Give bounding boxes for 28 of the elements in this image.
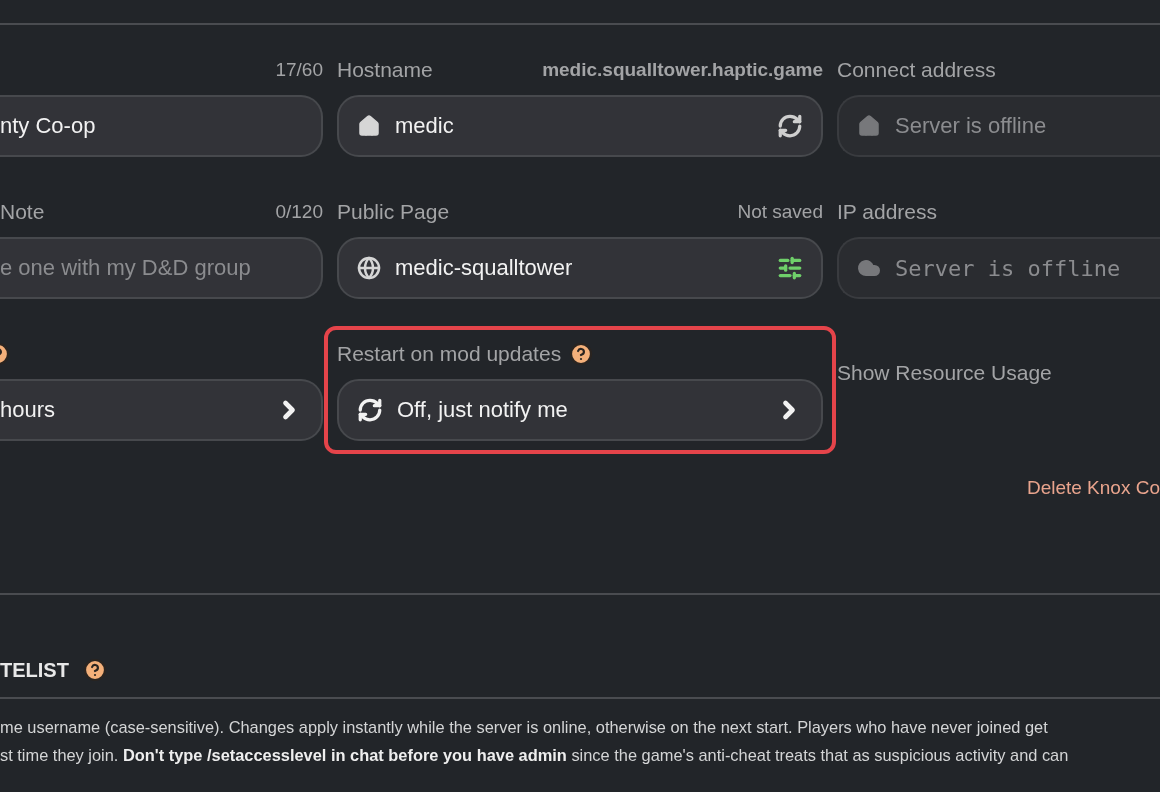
- help-icon[interactable]: [82, 658, 107, 682]
- house-icon: [857, 114, 881, 138]
- field-label: Restart on mod updates: [337, 342, 562, 366]
- select-button[interactable]: hours: [0, 379, 323, 441]
- field-note: medic.squalltower.haptic.game: [542, 59, 823, 81]
- help-icon[interactable]: [569, 342, 594, 366]
- field-label: Connect address: [837, 58, 996, 82]
- field-note: 0/120: [275, 201, 323, 223]
- delete-link[interactable]: Delete Knox Co: [1026, 477, 1160, 499]
- field-note: Not saved: [737, 201, 823, 223]
- input-field[interactable]: e one with my D&D group: [0, 237, 323, 299]
- field-label: IP address: [837, 200, 937, 224]
- field-label: Show Resource Usage: [837, 361, 1053, 385]
- field-note: 17/60: [275, 59, 323, 81]
- input-field[interactable]: medic-squalltower: [337, 237, 823, 299]
- globe-icon: [357, 256, 381, 280]
- field-label: Public Page: [337, 200, 450, 224]
- field-label: Note: [0, 200, 45, 224]
- field-label: Hostname: [337, 58, 433, 82]
- sliders-icon[interactable]: [777, 255, 803, 281]
- input-field[interactable]: medic: [337, 95, 823, 157]
- select-button[interactable]: Off, just notify me: [337, 379, 823, 441]
- refresh-icon: [357, 397, 383, 423]
- house-icon: [357, 114, 381, 138]
- section-title: TELIST: [0, 658, 69, 682]
- input-field[interactable]: nty Co-op: [0, 95, 323, 157]
- refresh-icon[interactable]: [777, 113, 803, 139]
- description-text: me username (case-sensitive). Changes apply instantly while the server is online, otherwise on the next start. Players who have never joined get st time they join. Don't type /setaccesslevel in chat before you have admin since the game's anti-cheat treats that as suspicious activity and can: [0, 717, 1070, 766]
